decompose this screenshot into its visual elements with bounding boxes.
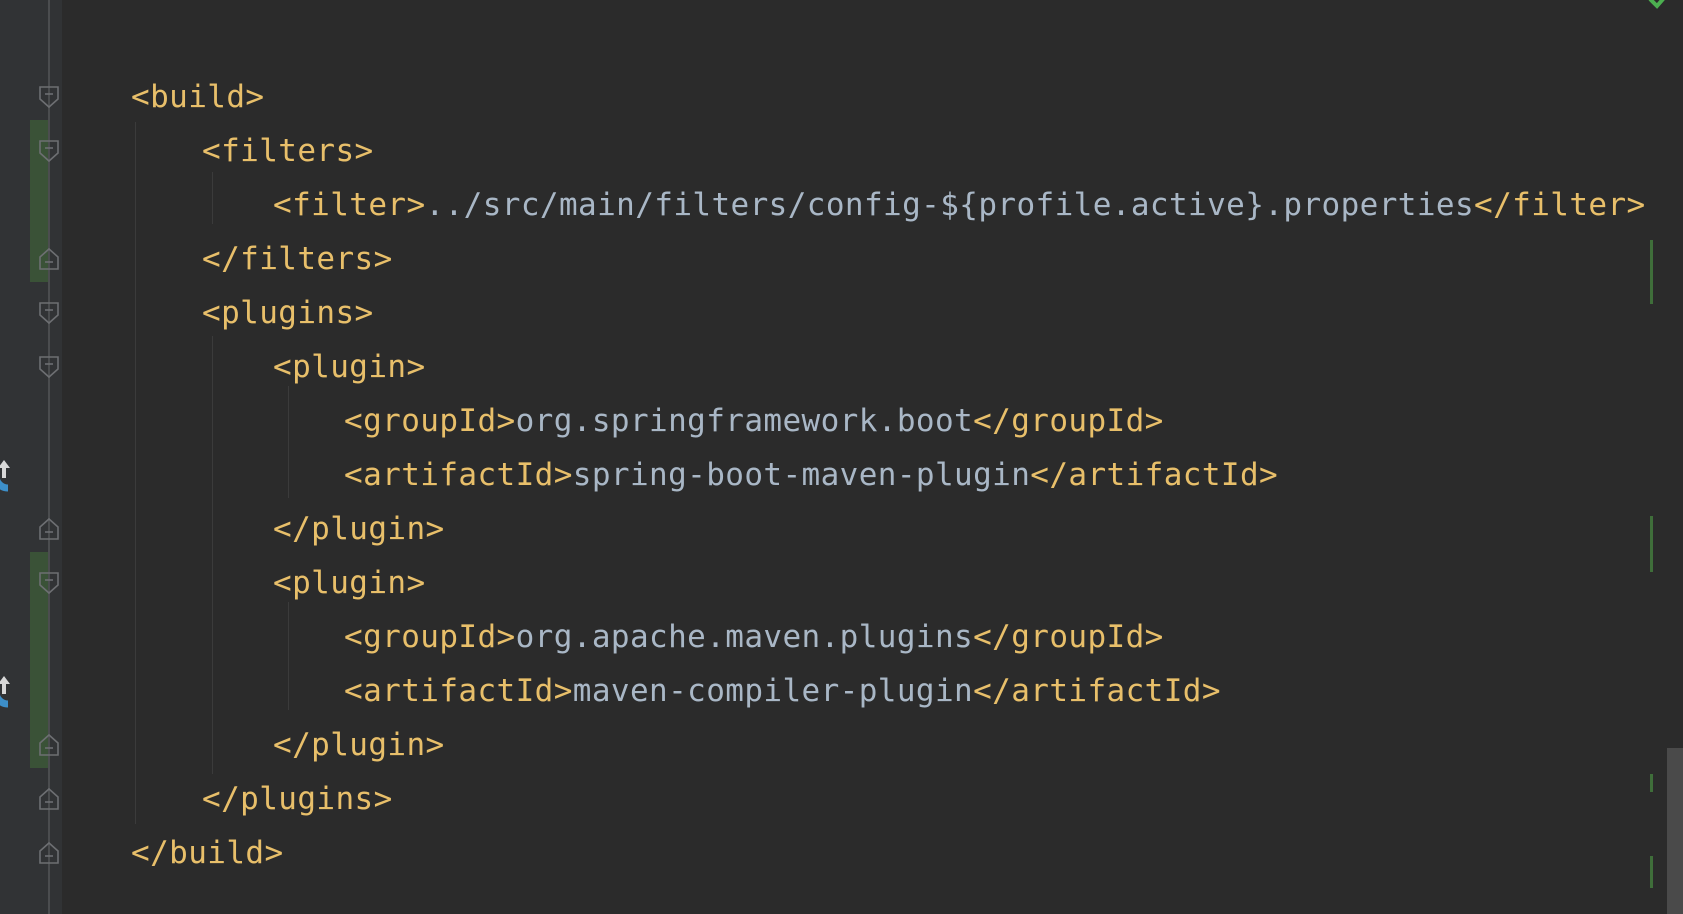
xml-tag: </filters> [202, 241, 393, 277]
fold-collapse-icon[interactable] [38, 571, 60, 595]
indent-guide [212, 336, 213, 774]
indent-guide [212, 172, 213, 224]
xml-tag: <plugin> [273, 565, 426, 601]
xml-tag: <groupId> [344, 403, 516, 439]
change-stripe-marker[interactable] [1650, 240, 1653, 304]
fold-end-icon[interactable] [38, 733, 60, 757]
indent-guide [288, 602, 289, 710]
xml-tag: </filter> [1474, 187, 1646, 223]
code-line[interactable]: <filter>../src/main/filters/config-${pro… [273, 178, 1646, 232]
code-line[interactable]: <build> [131, 70, 264, 124]
xml-tag: </plugin> [273, 727, 445, 763]
fold-end-icon[interactable] [38, 787, 60, 811]
fold-collapse-icon[interactable] [38, 85, 60, 109]
code-line[interactable]: <plugin> [273, 556, 426, 610]
xml-text: ../src/main/filters/config-${profile.act… [425, 187, 1475, 223]
xml-tag: </artifactId> [973, 673, 1221, 709]
xml-tag: <plugins> [202, 295, 374, 331]
code-editor[interactable]: <build> <filters> <filter>../src/main/filt… [0, 0, 1683, 914]
code-line[interactable]: <groupId>org.apache.maven.plugins</group… [344, 610, 1164, 664]
fold-collapse-icon[interactable] [38, 301, 60, 325]
code-line[interactable]: </plugin> [273, 502, 445, 556]
code-line[interactable]: <artifactId>spring-boot-maven-plugin</ar… [344, 448, 1278, 502]
xml-tag: </plugins> [202, 781, 393, 817]
indent-guide [288, 386, 289, 498]
xml-tag: <artifactId> [344, 457, 573, 493]
xml-text: spring-boot-maven-plugin [572, 457, 1031, 493]
fold-collapse-icon[interactable] [38, 139, 60, 163]
xml-tag: <artifactId> [344, 673, 573, 709]
xml-tag: <filter> [273, 187, 426, 223]
xml-tag: <filters> [202, 133, 374, 169]
code-line[interactable]: </build> [131, 826, 284, 880]
code-line[interactable]: <filters> [202, 124, 374, 178]
xml-tag: </groupId> [973, 403, 1164, 439]
code-line[interactable]: <plugins> [202, 286, 374, 340]
vertical-scrollbar[interactable] [1667, 748, 1683, 914]
xml-tag: <groupId> [344, 619, 516, 655]
gutter-fold-line [48, 0, 50, 914]
change-stripe-marker[interactable] [1650, 856, 1653, 888]
code-line[interactable]: </plugins> [202, 772, 393, 826]
check-mark-icon[interactable] [1647, 0, 1673, 12]
xml-text: maven-compiler-plugin [572, 673, 974, 709]
code-line[interactable]: </plugin> [273, 718, 445, 772]
change-stripe-marker[interactable] [1650, 516, 1653, 572]
fold-end-icon[interactable] [38, 841, 60, 865]
xml-tag: </build> [131, 835, 284, 871]
xml-text: org.apache.maven.plugins [515, 619, 974, 655]
code-line[interactable]: <plugin> [273, 340, 426, 394]
fold-end-icon[interactable] [38, 517, 60, 541]
code-line[interactable]: <artifactId>maven-compiler-plugin</artif… [344, 664, 1221, 718]
indent-guide [135, 122, 136, 824]
code-line[interactable]: <groupId>org.springframework.boot</group… [344, 394, 1164, 448]
xml-tag: </plugin> [273, 511, 445, 547]
code-line[interactable]: </filters> [202, 232, 393, 286]
xml-tag: <plugin> [273, 349, 426, 385]
xml-text: org.springframework.boot [515, 403, 974, 439]
xml-tag: <build> [131, 79, 265, 115]
fold-collapse-icon[interactable] [38, 355, 60, 379]
xml-tag: </groupId> [973, 619, 1164, 655]
fold-end-icon[interactable] [38, 247, 60, 271]
xml-tag: </artifactId> [1030, 457, 1279, 493]
override-method-icon[interactable] [0, 454, 18, 494]
change-stripe-marker[interactable] [1650, 774, 1653, 792]
override-method-icon[interactable] [0, 670, 18, 710]
